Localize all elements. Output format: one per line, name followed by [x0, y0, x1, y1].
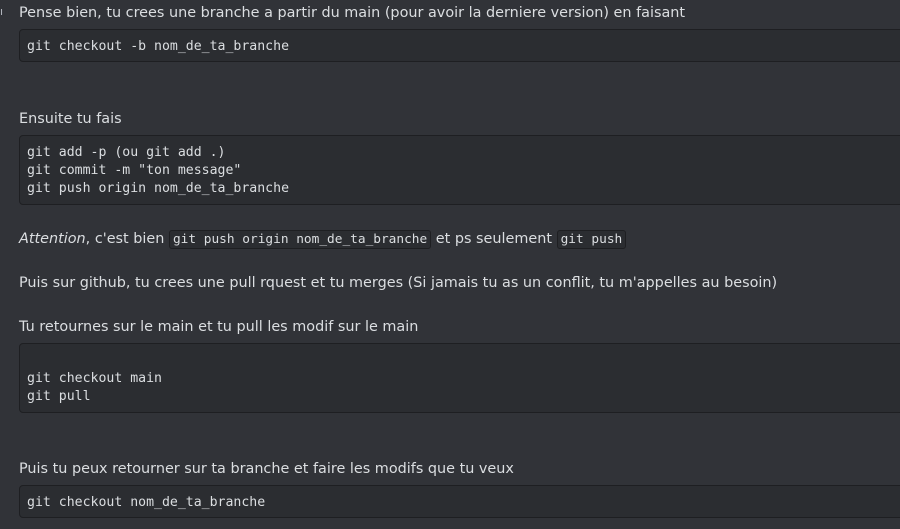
message-paragraph-return-branch: Puis tu peux retourner sur ta branche et… — [19, 461, 514, 477]
attention-text-a: , c'est bien — [85, 231, 169, 247]
code-line: git commit -m "ton message" — [27, 163, 242, 178]
message-edge-glyph: ı — [0, 5, 4, 18]
code-line: git add -p (ou git add .) — [27, 145, 226, 160]
code-block-checkout-branch-final[interactable]: git checkout nom_de_ta_branche — [19, 485, 900, 518]
inline-code-push: git push — [556, 230, 627, 249]
attention-text-b: et ps seulement — [431, 231, 557, 247]
message-paragraph-return-main: Tu retournes sur le main et tu pull les … — [19, 319, 419, 335]
code-line: git push origin nom_de_ta_branche — [27, 181, 290, 196]
message-paragraph-pull-request: Puis sur github, tu crees une pull rques… — [19, 275, 778, 291]
message-paragraph-attention: Attention, c'est bien git push origin no… — [19, 230, 627, 249]
code-line: git checkout nom_de_ta_branche — [27, 495, 266, 510]
attention-emphasis: Attention — [19, 231, 86, 247]
code-line: git checkout main — [27, 371, 162, 386]
code-block-checkout-main[interactable]: git checkout main git pull — [19, 343, 900, 413]
code-block-add-commit-push[interactable]: git add -p (ou git add .) git commit -m … — [19, 135, 900, 205]
message-paragraph-then: Ensuite tu fais — [19, 111, 122, 127]
code-block-checkout-branch[interactable]: git checkout -b nom_de_ta_branche — [19, 29, 900, 62]
code-line: git pull — [27, 389, 91, 404]
message-paragraph-branch-intro: Pense bien, tu crees une branche a parti… — [19, 5, 686, 21]
inline-code-push-branch: git push origin nom_de_ta_branche — [168, 230, 432, 249]
code-line: git checkout -b nom_de_ta_branche — [27, 39, 290, 54]
